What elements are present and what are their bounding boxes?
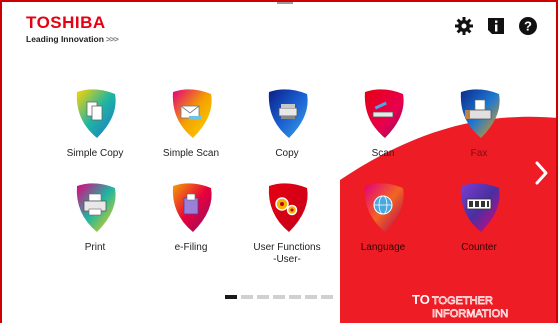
simple-scan-icon [172, 89, 212, 138]
app-language[interactable]: Language [328, 180, 438, 254]
app-simple-scan[interactable]: Simple Scan [136, 86, 246, 160]
app-user-functions[interactable]: User Functions -User- [232, 180, 342, 266]
app-label-line1: User Functions [253, 242, 321, 253]
app-label: Language [360, 242, 406, 253]
page-dot-2[interactable] [241, 295, 253, 299]
app-fax[interactable]: Fax [424, 86, 534, 160]
page-dot-3[interactable] [257, 295, 269, 299]
app-label: Counter [461, 242, 497, 253]
app-simple-copy[interactable]: Simple Copy [40, 86, 150, 160]
toshiba-logo: TOSHIBA Leading Innovation >>> [26, 13, 119, 45]
scan-icon [364, 89, 404, 138]
together-line1: TOGETHER [432, 295, 493, 307]
header-toolbar: ? [454, 16, 538, 36]
logo-tagline: Leading Innovation >>> [26, 33, 119, 45]
app-counter[interactable]: Counter [424, 180, 534, 254]
app-label: Print [84, 242, 106, 253]
top-pull-tab[interactable] [277, 2, 293, 4]
app-scan[interactable]: Scan [328, 86, 438, 160]
logo-brand-text: TOSHIBA [26, 13, 106, 32]
page-dot-6[interactable] [305, 295, 317, 299]
page-dot-7[interactable] [321, 295, 333, 299]
info-icon[interactable] [486, 16, 506, 36]
app-label: Scan [371, 148, 395, 159]
app-e-filing[interactable]: e-Filing [136, 180, 246, 254]
app-copy[interactable]: Copy [232, 86, 342, 160]
app-label: Fax [470, 148, 488, 159]
settings-icon[interactable] [454, 16, 474, 36]
together-information-logo: TO TOGETHER INFORMATION [412, 292, 509, 320]
fax-icon [460, 89, 500, 138]
app-label: User Functions -User- [232, 242, 342, 266]
app-label: Simple Scan [162, 148, 220, 159]
red-swoosh-background [340, 116, 558, 323]
page-dot-1[interactable] [225, 295, 237, 299]
together-line2: INFORMATION [432, 308, 508, 320]
user-functions-icon [268, 183, 308, 232]
print-icon [76, 183, 116, 232]
svg-text:?: ? [524, 19, 532, 34]
help-icon[interactable]: ? [518, 16, 538, 36]
logo-tagline-arrows: >>> [105, 34, 119, 44]
simple-copy-icon [76, 89, 116, 138]
chevron-right-icon[interactable] [534, 160, 550, 186]
logo-tagline-text: Leading Innovation [26, 34, 104, 44]
e-filing-icon [172, 183, 212, 232]
app-label-line2: -User- [273, 254, 301, 265]
app-label: Copy [275, 148, 299, 159]
page-indicator [225, 295, 333, 299]
together-prefix: TO [412, 292, 430, 307]
frame-border-left [0, 0, 2, 323]
page-dot-5[interactable] [289, 295, 301, 299]
copy-icon [268, 89, 308, 138]
page-dot-4[interactable] [273, 295, 285, 299]
app-label: e-Filing [174, 242, 208, 253]
home-screen: TOSHIBA Leading Innovation >>> ? Simple … [0, 0, 558, 323]
app-label: Simple Copy [66, 148, 124, 159]
counter-icon [460, 183, 500, 232]
app-print[interactable]: Print [40, 180, 150, 254]
language-icon [364, 183, 404, 232]
